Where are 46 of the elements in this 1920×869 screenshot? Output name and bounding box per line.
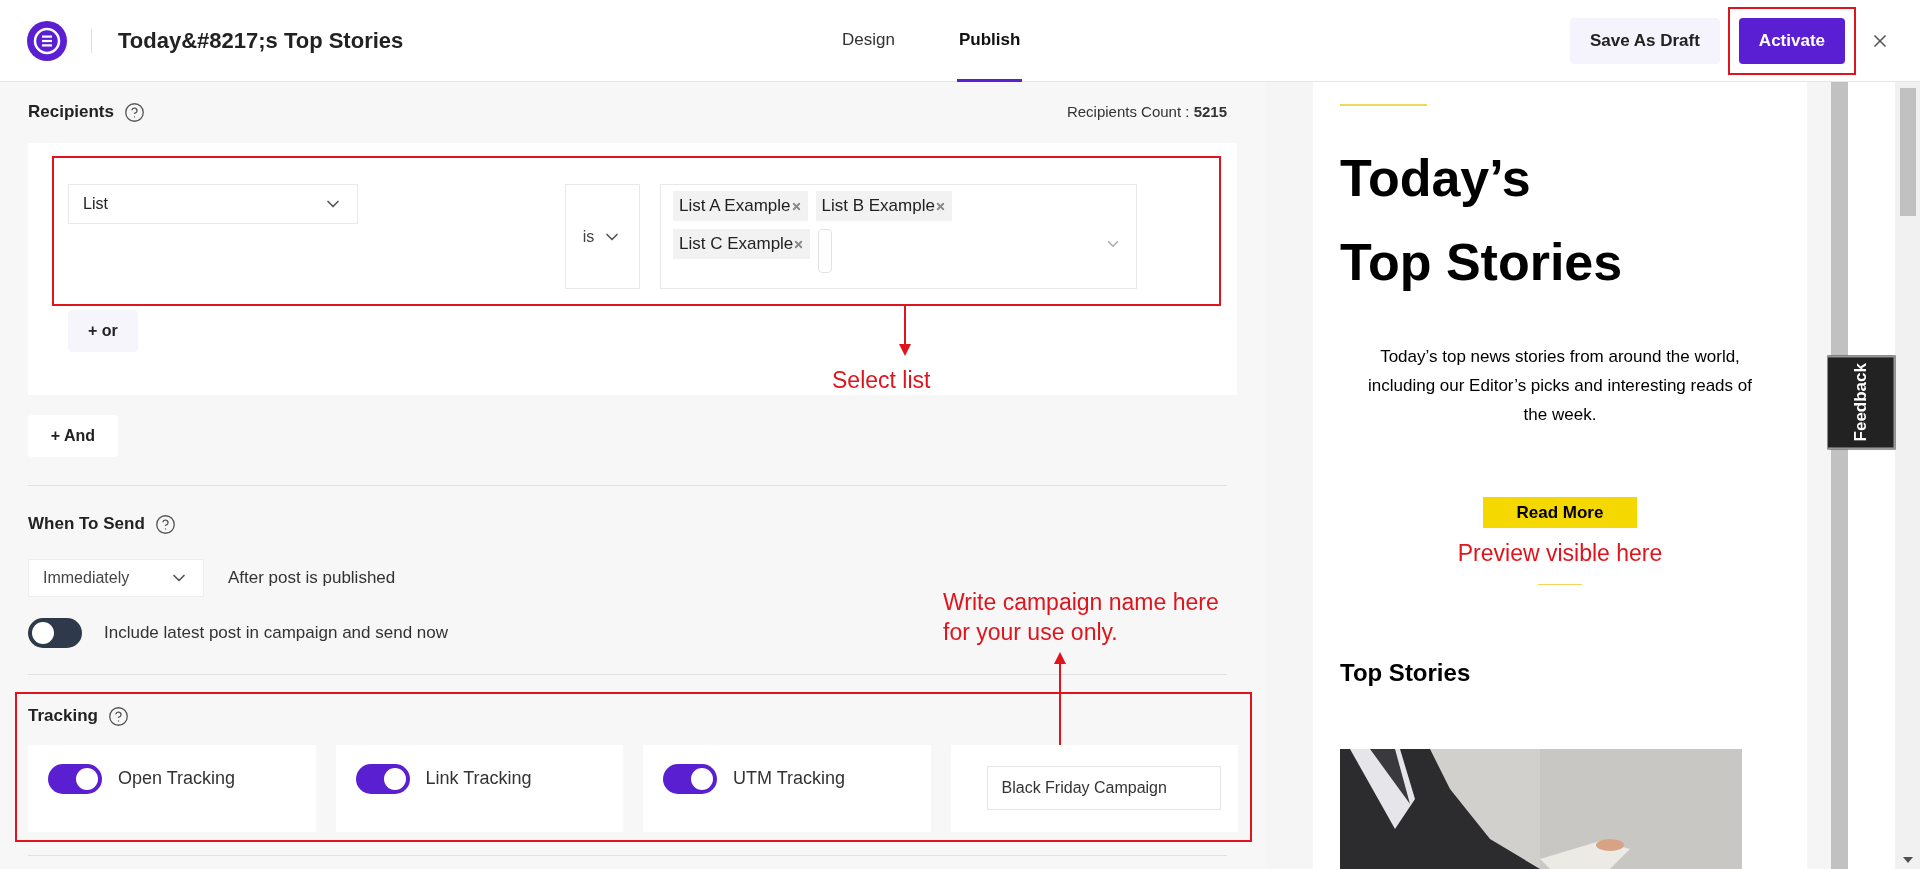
- add-or-button[interactable]: + or: [68, 310, 138, 352]
- annotation-text: Write campaign name here for your use only.: [943, 588, 1219, 647]
- remove-icon[interactable]: [934, 200, 946, 212]
- add-and-button[interactable]: + And: [28, 415, 118, 457]
- feedback-tab[interactable]: Feedback: [1827, 355, 1895, 450]
- email-heading: Today’s: [1340, 148, 1532, 209]
- scrollbar-thumb[interactable]: [1899, 88, 1916, 216]
- timing-select[interactable]: Immediately: [28, 559, 204, 597]
- list-multiselect[interactable]: List A Example List B Example List C Example: [660, 184, 1137, 289]
- scroll-down-icon[interactable]: [1902, 857, 1913, 863]
- list-tag[interactable]: List B Example: [815, 191, 952, 221]
- email-heading: Top Stories: [1340, 232, 1624, 293]
- recipients-count: Recipients Count : 5215: [1066, 101, 1227, 122]
- toggle-switch[interactable]: [663, 764, 717, 794]
- section-title: Recipients: [28, 101, 114, 124]
- activate-button[interactable]: Activate: [1738, 17, 1845, 64]
- email-intro: Today’s top news stories from around the world, including our Editor’s picks and interesting reads of the week.: [1367, 346, 1753, 426]
- field-select[interactable]: List: [68, 184, 358, 224]
- toggle-switch[interactable]: [48, 764, 102, 794]
- toggle-label: Open Tracking: [118, 767, 236, 790]
- section-title: When To Send: [28, 513, 145, 536]
- logo-icon: [27, 20, 67, 61]
- tab[interactable]: Design: [840, 0, 897, 82]
- list-tag[interactable]: List C Example: [673, 229, 811, 259]
- campaign-title: Today&#8217;s Top Stories: [118, 27, 404, 55]
- timing-note: After post is published: [228, 567, 396, 590]
- help-icon[interactable]: [154, 513, 176, 535]
- section-heading: Top Stories: [1340, 658, 1472, 688]
- campaign-name-field[interactable]: Black Friday Campaign: [986, 766, 1221, 810]
- section-title: Tracking: [28, 705, 98, 728]
- read-more-button[interactable]: Read More: [1483, 497, 1637, 528]
- tag-input-field[interactable]: [818, 229, 833, 273]
- remove-icon[interactable]: [790, 200, 802, 212]
- operator-select[interactable]: is: [565, 184, 640, 289]
- annotation-text: Preview visible here: [1457, 538, 1663, 568]
- toggle-label: Link Tracking: [425, 767, 532, 790]
- remove-icon[interactable]: [793, 238, 805, 250]
- save-draft-button[interactable]: Save As Draft: [1569, 17, 1720, 64]
- annotation-text: Select list: [832, 366, 931, 395]
- help-icon[interactable]: [107, 705, 129, 727]
- toggle-label: UTM Tracking: [733, 767, 846, 790]
- list-tag[interactable]: List A Example: [673, 191, 808, 221]
- toggle-switch[interactable]: [355, 764, 410, 794]
- toggle-switch[interactable]: [28, 618, 82, 648]
- help-icon[interactable]: [124, 101, 145, 123]
- toggle-label: Include latest post in campaign and send now: [104, 622, 448, 645]
